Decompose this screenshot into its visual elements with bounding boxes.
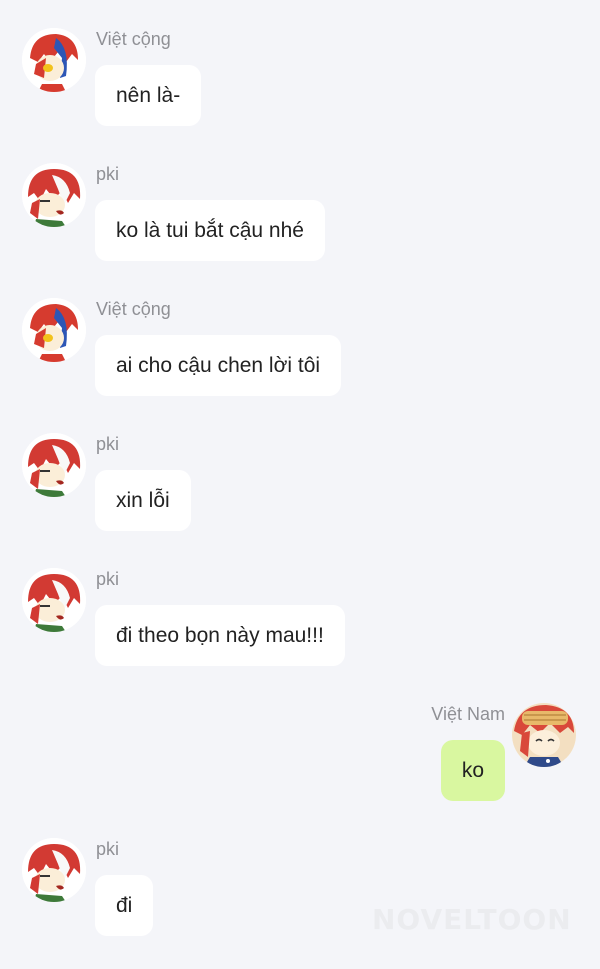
pki-avatar[interactable] [22, 163, 86, 227]
message-bubble[interactable]: ko là tui bắt cậu nhé [95, 200, 325, 261]
sender-name: Việt Nam [431, 704, 505, 724]
message-bubble[interactable]: ko [440, 740, 505, 801]
sender-name: pki [96, 164, 120, 184]
message-bubble[interactable]: đi theo bọn này mau!!! [95, 605, 345, 666]
viet-cong-avatar[interactable] [22, 28, 86, 92]
sender-name: Việt cộng [96, 299, 171, 319]
chat-thread: Việt cộng nên là- pki ko là tui bắt cậu … [0, 0, 600, 969]
viet-nam-avatar[interactable] [512, 703, 576, 767]
watermark-logo: NOVELTOON [372, 903, 572, 936]
sender-name: pki [96, 434, 120, 454]
message-bubble[interactable]: xin lỗi [95, 470, 191, 531]
viet-cong-avatar[interactable] [22, 298, 86, 362]
pki-avatar[interactable] [22, 433, 86, 497]
message-bubble[interactable]: ai cho cậu chen lời tôi [95, 335, 342, 396]
sender-name: Việt cộng [96, 29, 171, 49]
sender-name: pki [96, 839, 120, 859]
pki-avatar[interactable] [22, 568, 86, 632]
pki-avatar[interactable] [22, 838, 86, 902]
message-bubble[interactable]: đi [95, 875, 154, 936]
sender-name: pki [96, 569, 120, 589]
message-bubble[interactable]: nên là- [95, 65, 202, 126]
